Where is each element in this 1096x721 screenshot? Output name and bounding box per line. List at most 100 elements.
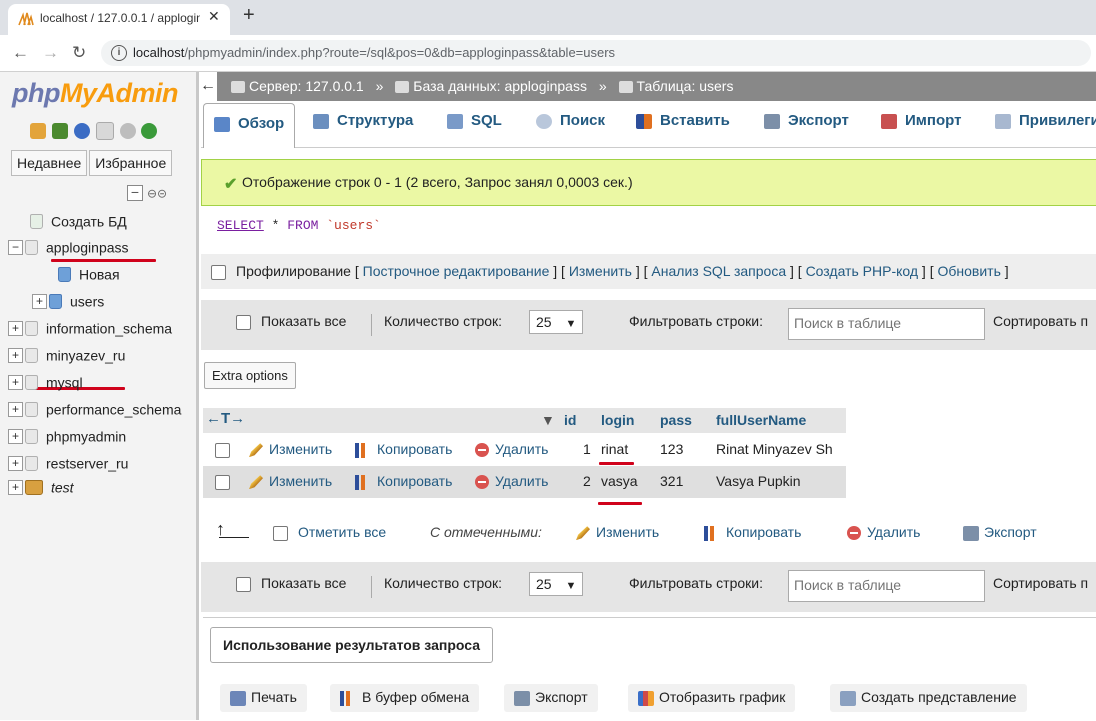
inline-edit-link[interactable]: Построчное редактирование <box>363 263 550 279</box>
tab-browse[interactable]: Обзор <box>203 103 296 148</box>
column-header-login[interactable]: login <box>601 412 634 428</box>
display-chart-button[interactable]: Отобразить график <box>628 684 796 712</box>
breadcrumb-database[interactable]: База данных: apploginpass <box>413 78 587 94</box>
expand-icon[interactable]: + <box>8 479 23 495</box>
tab-export[interactable]: Экспорт <box>754 101 859 143</box>
export-results-button[interactable]: Экспорт <box>504 684 598 712</box>
rows-count-select[interactable]: 25 ▼ <box>529 572 584 596</box>
forward-arrow-icon[interactable]: → <box>42 43 59 63</box>
breadcrumb-table[interactable]: Таблица: users <box>637 78 734 94</box>
column-visibility-arrows-icon[interactable]: ←T→ <box>206 410 245 427</box>
analyze-sql-link[interactable]: Анализ SQL запроса <box>651 263 786 279</box>
info-icon[interactable]: i <box>111 45 127 61</box>
cell-pass[interactable]: 123 <box>660 441 683 457</box>
tab-import[interactable]: Импорт <box>871 101 971 143</box>
column-header-pass[interactable]: pass <box>660 412 692 428</box>
url-text[interactable]: localhost/phpmyadmin/index.php?route=/sq… <box>133 45 615 60</box>
sql-keyword-select[interactable]: SELECT <box>217 218 264 233</box>
tab-privileges[interactable]: Привилегии <box>985 101 1096 143</box>
settings-gear-icon[interactable] <box>119 123 136 140</box>
check-all-checkbox[interactable] <box>273 526 288 541</box>
collapse-all-icon[interactable]: − <box>127 185 143 202</box>
row-checkbox[interactable] <box>215 475 230 490</box>
browser-tab-title: localhost / 127.0.0.1 / apploginpass <box>40 11 200 25</box>
tab-insert[interactable]: Вставить <box>626 101 740 143</box>
print-button[interactable]: Печать <box>220 684 307 712</box>
profiling-checkbox[interactable] <box>211 264 226 280</box>
tree-db-information-schema[interactable]: + information_schema <box>8 319 172 343</box>
favorites-button[interactable]: Избранное <box>89 150 173 176</box>
home-icon[interactable] <box>30 123 46 140</box>
breadcrumb-server[interactable]: Сервер: 127.0.0.1 <box>249 78 364 94</box>
new-tab-icon[interactable]: + <box>243 4 255 27</box>
tab-structure[interactable]: Структура <box>303 101 423 143</box>
cell-pass[interactable]: 321 <box>660 473 683 489</box>
database-icon <box>25 401 38 417</box>
expand-icon[interactable]: + <box>8 428 23 444</box>
tree-db-performance-schema[interactable]: + performance_schema <box>8 400 181 424</box>
rows-count-select[interactable]: 25 ▼ <box>529 310 584 334</box>
collapse-icon[interactable]: − <box>8 239 23 255</box>
tree-new-table[interactable]: Новая <box>58 265 120 289</box>
sort-dropdown-icon[interactable]: ▼ <box>541 412 555 428</box>
reload-icon[interactable]: ↻ <box>72 43 86 63</box>
refresh-link[interactable]: Обновить <box>938 263 1001 279</box>
tab-search[interactable]: Поиск <box>526 101 615 143</box>
expand-icon[interactable]: + <box>8 401 23 417</box>
copy-row-button[interactable]: Копировать <box>355 473 452 490</box>
bulk-copy-button[interactable]: Копировать <box>704 524 801 541</box>
delete-row-button[interactable]: Удалить <box>475 473 548 490</box>
tree-db-minyazev-ru[interactable]: + minyazev_ru <box>8 346 125 370</box>
cell-login[interactable]: vasya <box>601 473 638 489</box>
edit-link[interactable]: Изменить <box>569 263 632 279</box>
expand-icon[interactable]: + <box>32 293 47 309</box>
back-arrow-icon[interactable]: ← <box>12 43 29 63</box>
expand-icon[interactable]: + <box>8 320 23 336</box>
edit-row-button[interactable]: Изменить <box>249 441 332 458</box>
expand-icon[interactable]: + <box>8 347 23 363</box>
recent-button[interactable]: Недавнее <box>11 150 88 176</box>
phpmyadmin-logo[interactable]: phpMyAdmin <box>12 78 178 109</box>
cell-login[interactable]: rinat <box>601 441 628 457</box>
check-all-label[interactable]: Отметить все <box>298 524 386 540</box>
copy-row-button[interactable]: Копировать <box>355 441 452 458</box>
tab-sql[interactable]: SQL <box>437 101 512 143</box>
row-checkbox[interactable] <box>215 443 230 458</box>
create-view-button[interactable]: Создать представление <box>830 684 1027 712</box>
logout-icon[interactable] <box>51 123 68 140</box>
expand-icon[interactable]: + <box>8 374 23 390</box>
cell-fullusername[interactable]: Vasya Pupkin <box>716 473 801 489</box>
help-icon[interactable] <box>73 123 90 140</box>
link-with-main-icon[interactable]: ⊖⊝ <box>147 186 167 200</box>
cell-fullusername[interactable]: Rinat Minyazev Sh <box>716 441 833 457</box>
edit-row-button[interactable]: Изменить <box>249 473 332 490</box>
collapse-sidebar-arrow-icon[interactable]: ← <box>199 72 217 101</box>
tree-db-mysql[interactable]: + mysql <box>8 373 83 397</box>
browser-tab[interactable]: localhost / 127.0.0.1 / apploginpass ✕ <box>8 4 230 35</box>
show-all-checkbox[interactable] <box>236 576 251 592</box>
column-header-id[interactable]: id <box>564 412 576 428</box>
expand-icon[interactable]: + <box>8 455 23 471</box>
sidebar-resizer[interactable] <box>196 72 199 720</box>
copy-to-clipboard-button[interactable]: В буфер обмена <box>330 684 480 712</box>
reload-navigation-icon[interactable] <box>141 123 158 140</box>
column-header-fullusername[interactable]: fullUserName <box>716 412 806 428</box>
bulk-export-button[interactable]: Экспорт <box>963 524 1037 541</box>
tree-db-phpmyadmin[interactable]: + phpmyadmin <box>8 427 126 451</box>
table-row: Изменить Копировать Удалить 2 vasya 321 … <box>203 466 846 498</box>
delete-row-button[interactable]: Удалить <box>475 441 548 458</box>
show-all-checkbox[interactable] <box>236 314 251 330</box>
close-icon[interactable]: ✕ <box>208 8 220 25</box>
tree-create-db[interactable]: Создать БД <box>30 212 127 236</box>
address-bar[interactable]: i localhost/phpmyadmin/index.php?route=/… <box>101 40 1091 66</box>
bulk-edit-button[interactable]: Изменить <box>576 524 659 541</box>
tree-db-test[interactable]: + test <box>8 478 74 502</box>
bulk-delete-button[interactable]: Удалить <box>847 524 920 541</box>
tree-db-restserver-ru[interactable]: + restserver_ru <box>8 454 128 478</box>
documentation-icon[interactable] <box>95 122 114 141</box>
filter-search-input[interactable]: Поиск в таблице <box>788 570 985 602</box>
extra-options-button[interactable]: Extra options <box>204 362 296 389</box>
create-php-code-link[interactable]: Создать PHP-код <box>806 263 918 279</box>
tree-table-users[interactable]: + users <box>32 292 104 316</box>
filter-search-input[interactable]: Поиск в таблице <box>788 308 985 340</box>
